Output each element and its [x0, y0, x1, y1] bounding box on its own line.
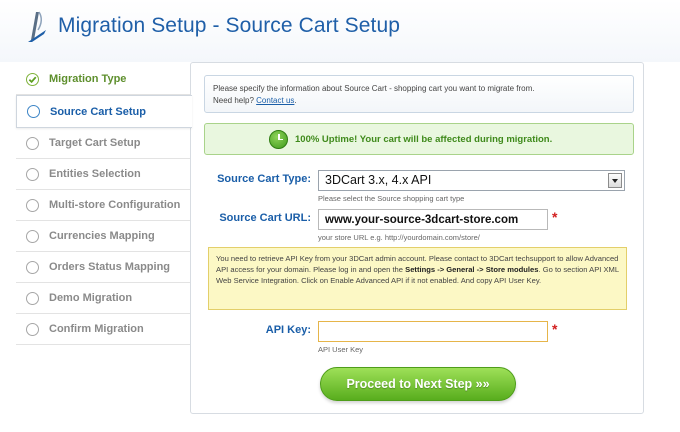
api-key-label: API Key: — [265, 324, 311, 336]
source-cart-url-label: Source Cart URL: — [219, 212, 311, 224]
circle-icon — [27, 105, 40, 118]
steps-sidebar: Migration Type Source Cart Setup Target … — [16, 64, 192, 345]
source-cart-type-label: Source Cart Type: — [217, 173, 311, 185]
source-cart-url-input[interactable] — [318, 209, 548, 230]
circle-icon — [26, 291, 39, 305]
sidebar-item-label: Migration Type — [49, 73, 127, 85]
sidebar-item-demo-migration[interactable]: Demo Migration — [16, 283, 190, 314]
sidebar-item-entities-selection[interactable]: Entities Selection — [16, 159, 190, 190]
api-key-hint: API User Key — [318, 345, 364, 354]
sidebar-item-migration-type[interactable]: Migration Type — [16, 64, 190, 95]
help-suffix: . — [294, 95, 297, 105]
chevron-down-icon[interactable] — [608, 173, 622, 188]
uptime-banner: 100% Uptime! Your cart will be affected … — [204, 123, 634, 155]
circle-icon — [26, 260, 39, 274]
uptime-text: 100% Uptime! Your cart will be affected … — [295, 133, 553, 145]
sidebar-item-label: Confirm Migration — [49, 323, 144, 335]
circle-icon — [26, 198, 39, 212]
required-marker: * — [552, 321, 558, 337]
sidebar-item-label: Multi-store Configuration — [49, 199, 181, 211]
sidebar-item-label: Demo Migration — [49, 292, 133, 304]
sidebar-item-label: Orders Status Mapping — [49, 261, 171, 273]
source-cart-type-select[interactable]: 3DCart 3.x, 4.x API — [318, 170, 625, 191]
sidebar-item-multi-store-configuration[interactable]: Multi-store Configuration — [16, 190, 190, 221]
proceed-next-step-button[interactable]: Proceed to Next Step »» — [320, 367, 516, 401]
logo-icon — [28, 11, 46, 42]
circle-icon — [26, 167, 39, 181]
sidebar-item-confirm-migration[interactable]: Confirm Migration — [16, 314, 190, 345]
sidebar-item-source-cart-setup[interactable]: Source Cart Setup — [16, 95, 192, 128]
sidebar-item-label: Entities Selection — [49, 168, 141, 180]
contact-us-link[interactable]: Contact us — [256, 96, 294, 105]
sidebar-item-label: Target Cart Setup — [49, 137, 141, 149]
setup-panel: Please specify the information about Sou… — [190, 62, 644, 414]
required-marker: * — [552, 209, 558, 225]
circle-icon — [26, 136, 39, 150]
help-prefix: Need help? — [213, 95, 254, 105]
check-icon — [26, 72, 39, 86]
circle-icon — [26, 229, 39, 243]
api-key-instructions: You need to retrieve API Key from your 3… — [208, 247, 627, 310]
source-cart-url-hint: your store URL e.g. http://yourdomain.co… — [318, 233, 480, 242]
sidebar-item-target-cart-setup[interactable]: Target Cart Setup — [16, 128, 190, 159]
header: Migration Setup - Source Cart Setup — [0, 0, 680, 62]
sidebar-item-currencies-mapping[interactable]: Currencies Mapping — [16, 221, 190, 252]
source-cart-type-hint: Please select the Source shopping cart t… — [318, 194, 465, 203]
sidebar-item-label: Currencies Mapping — [49, 230, 155, 242]
circle-icon — [26, 322, 39, 336]
clock-icon — [269, 129, 288, 149]
sidebar-item-label: Source Cart Setup — [50, 105, 146, 118]
page-title: Migration Setup - Source Cart Setup — [58, 14, 401, 37]
sidebar-item-orders-status-mapping[interactable]: Orders Status Mapping — [16, 252, 190, 283]
info-box: Please specify the information about Sou… — [204, 75, 634, 113]
info-text: Please specify the information about Sou… — [213, 84, 535, 93]
source-cart-type-value: 3DCart 3.x, 4.x API — [325, 173, 432, 187]
api-key-input[interactable] — [318, 321, 548, 342]
instructions-menu-path: Settings -> General -> Store modules — [405, 264, 539, 274]
